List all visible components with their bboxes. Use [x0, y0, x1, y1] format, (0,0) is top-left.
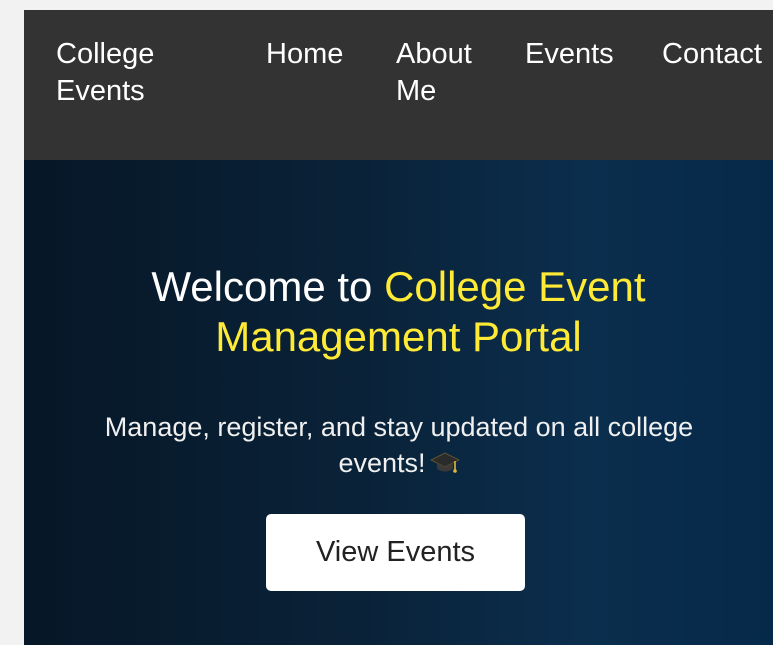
hero-section: Welcome to College Event Management Port… — [24, 160, 773, 645]
hero-subtitle: Manage, register, and stay updated on al… — [69, 409, 729, 481]
nav-link-home[interactable]: Home — [266, 36, 343, 73]
view-events-button[interactable]: View Events — [266, 514, 525, 591]
nav-link-about-me[interactable]: About Me — [396, 36, 496, 110]
site-brand[interactable]: College Events — [56, 36, 206, 110]
graduation-cap-icon — [429, 449, 460, 475]
navbar: College Events Home About Me Events Cont… — [24, 10, 773, 160]
nav-link-contact[interactable]: Contact — [662, 36, 762, 73]
nav-link-events[interactable]: Events — [525, 36, 614, 73]
hero-subtitle-text: Manage, register, and stay updated on al… — [104, 412, 694, 478]
hero-title-prefix: Welcome to — [151, 263, 385, 310]
hero-title: Welcome to College Event Management Port… — [24, 262, 773, 362]
browser-viewport: College Events Home About Me Events Cont… — [24, 10, 773, 645]
